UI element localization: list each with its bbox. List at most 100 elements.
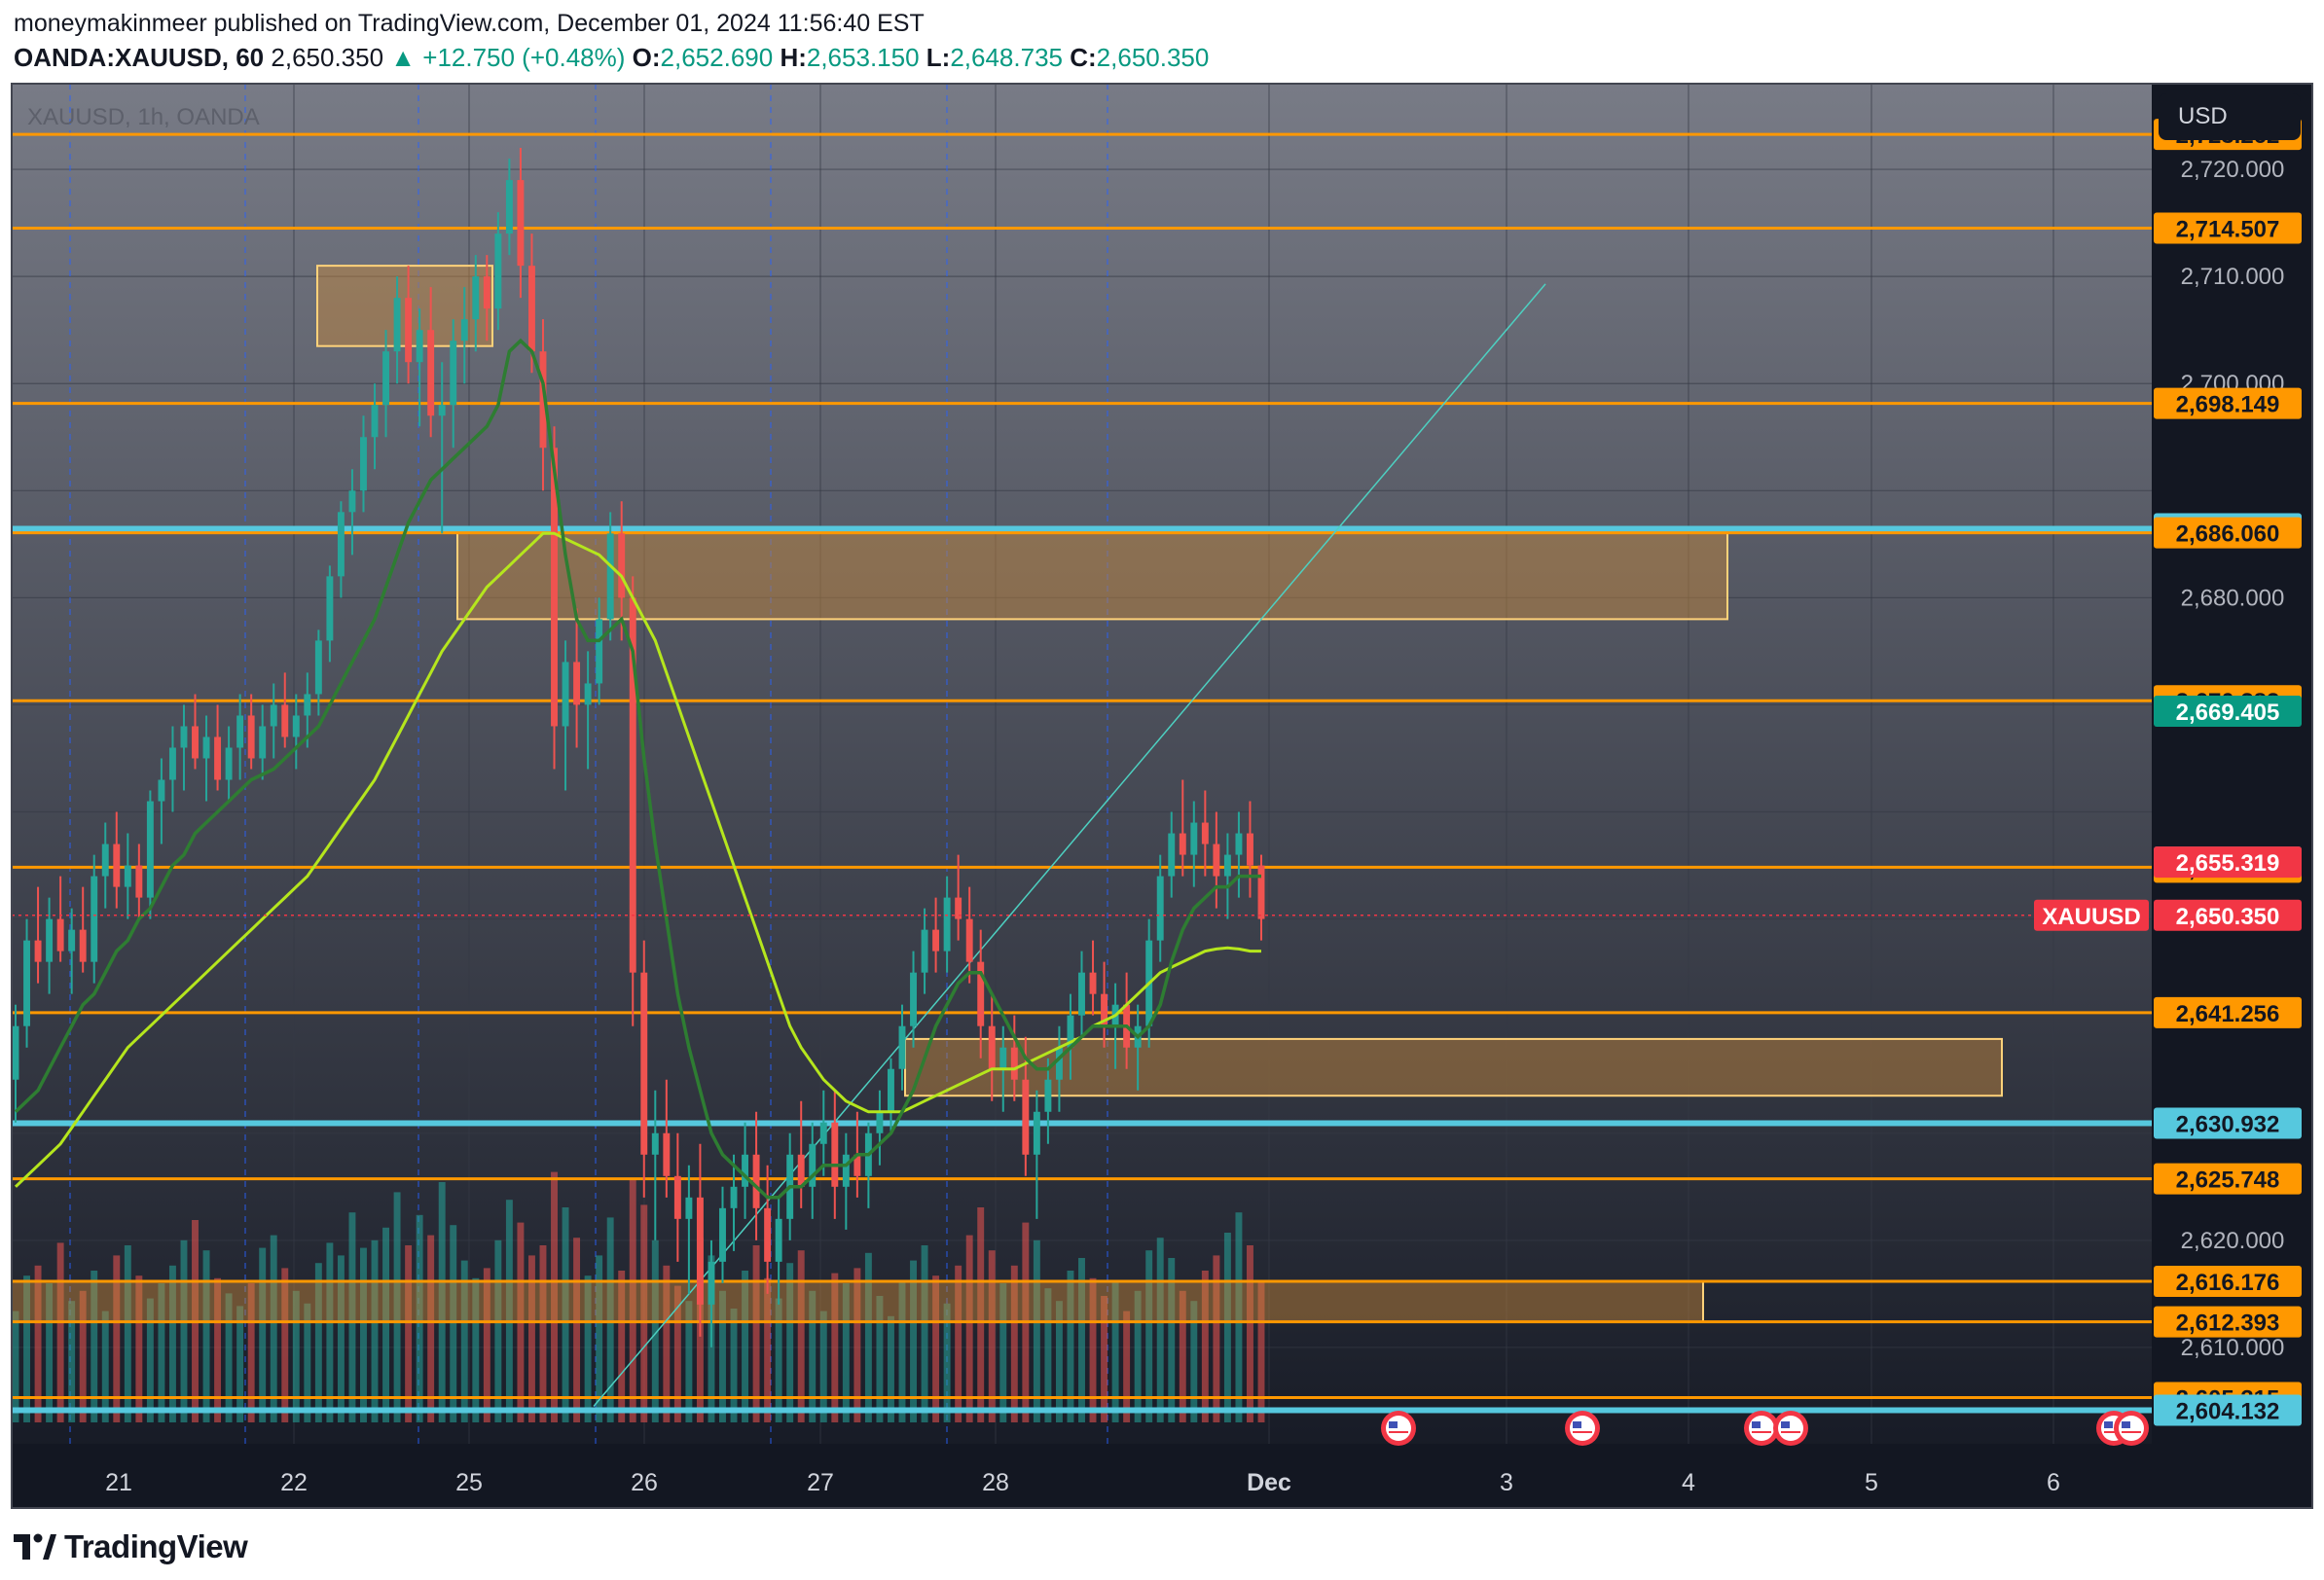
price-tag: 2,669.405 (2176, 700, 2280, 726)
candle-body (427, 330, 435, 416)
time-axis-label: 3 (1500, 1469, 1513, 1496)
candle-body (101, 844, 109, 877)
candle-body (326, 576, 334, 641)
key-level-tag: 2,604.132 (2176, 1399, 2280, 1425)
candle-body (584, 683, 592, 705)
us-flag-canton (2104, 1421, 2113, 1428)
candle-body (943, 897, 951, 952)
currency-button[interactable]: USD (2159, 93, 2301, 140)
candle-body (34, 940, 42, 962)
time-axis-label: 27 (807, 1469, 834, 1496)
volume-bar (921, 1245, 928, 1422)
candle-body (314, 640, 322, 695)
volume-bar (1033, 1239, 1040, 1422)
us-flag-canton (1389, 1421, 1398, 1428)
volume-bar (427, 1235, 435, 1422)
candle-body (146, 801, 154, 898)
volume-bar (573, 1238, 581, 1422)
candle-body (1044, 1079, 1052, 1112)
us-flag-canton (1781, 1421, 1790, 1428)
candle-body (562, 662, 569, 727)
volume-bar (730, 1309, 738, 1422)
candle-body (46, 918, 54, 962)
price-tick-label: 2,680.000 (2181, 585, 2285, 611)
candle-body (1089, 972, 1097, 994)
candle-body (910, 972, 917, 1026)
candle-body (965, 918, 973, 962)
candle-body (1033, 1111, 1040, 1155)
zone-box (456, 530, 1728, 621)
candle-body (663, 1132, 671, 1176)
support-level-tag: 2,714.507 (2176, 217, 2280, 243)
volume-bar (1123, 1311, 1131, 1422)
candle-body (685, 1197, 693, 1219)
chart-legend-title: XAUUSD, 1h, OANDA (27, 104, 260, 130)
candle-body (719, 1207, 726, 1262)
volume-bar (101, 1311, 109, 1422)
candle-body (56, 918, 64, 952)
volume-bar (1247, 1245, 1253, 1422)
candle-body (1022, 1079, 1030, 1155)
time-axis-label: 21 (105, 1469, 132, 1496)
candle-body (1247, 833, 1253, 866)
candle-body (292, 715, 300, 737)
volume-bar (1156, 1238, 1164, 1422)
candle-body (113, 844, 121, 887)
candle-body (842, 1154, 850, 1187)
time-axis-label: 22 (280, 1469, 308, 1496)
candle-body (382, 351, 389, 406)
candle-body (1156, 876, 1164, 941)
candle-body (742, 1154, 749, 1187)
volume-bar (819, 1311, 827, 1422)
candle-body (1179, 833, 1186, 855)
zone-box (11, 1279, 1704, 1323)
price-tick-label: 2,720.000 (2181, 157, 2285, 183)
support-level-tag: 2,698.149 (2176, 392, 2280, 418)
candle-body (135, 865, 143, 898)
candle-body (259, 726, 267, 759)
candle-body (247, 715, 255, 759)
symbol-tag: XAUUSD (2042, 904, 2140, 930)
price-tick-label: 2,710.000 (2181, 264, 2285, 290)
support-level-tag: 2,625.748 (2176, 1167, 2280, 1194)
candle-body (775, 1218, 782, 1262)
candle-body (91, 876, 98, 962)
candle-body (23, 940, 30, 1026)
candle-body (158, 779, 165, 802)
candle-body (1168, 833, 1176, 877)
candle-body (1213, 844, 1220, 877)
volume-bar (56, 1242, 64, 1422)
candle-body (1201, 822, 1209, 844)
candle-body (999, 1047, 1007, 1069)
volume-bar (752, 1245, 760, 1422)
tradingview-logo[interactable]: TradingView (14, 1526, 248, 1568)
volume-bar (965, 1235, 973, 1422)
volume-bar (270, 1235, 277, 1422)
candle-body (696, 1197, 704, 1305)
candle-body (764, 1207, 772, 1262)
support-level-tag: 2,641.256 (2176, 1001, 2280, 1027)
candle-body (1055, 1047, 1063, 1080)
time-axis-background (12, 1444, 2152, 1508)
candle-body (932, 929, 940, 952)
candle-body (180, 726, 188, 748)
candle-body (752, 1154, 760, 1208)
us-flag-canton (1752, 1421, 1761, 1428)
tradingview-logo-text: TradingView (64, 1528, 248, 1564)
price-tick-label: 2,610.000 (2181, 1335, 2285, 1361)
time-axis-label: 25 (455, 1469, 483, 1496)
volume-bar (450, 1225, 457, 1422)
candle-body (168, 747, 176, 780)
price-chart[interactable]: 2,720.0002,710.0002,700.0002,680.0002,62… (0, 0, 2324, 1580)
volume-bar (371, 1239, 379, 1422)
us-flag-canton (1573, 1421, 1581, 1428)
volume-bar (180, 1239, 188, 1422)
volume-bar (888, 1315, 894, 1422)
candle-body (517, 180, 525, 267)
candle-body (225, 747, 233, 780)
volume-bar (539, 1245, 547, 1422)
candle-body (192, 726, 199, 759)
candle-body (606, 533, 614, 620)
volume-bar (382, 1227, 389, 1422)
time-axis-label: Dec (1247, 1469, 1291, 1496)
